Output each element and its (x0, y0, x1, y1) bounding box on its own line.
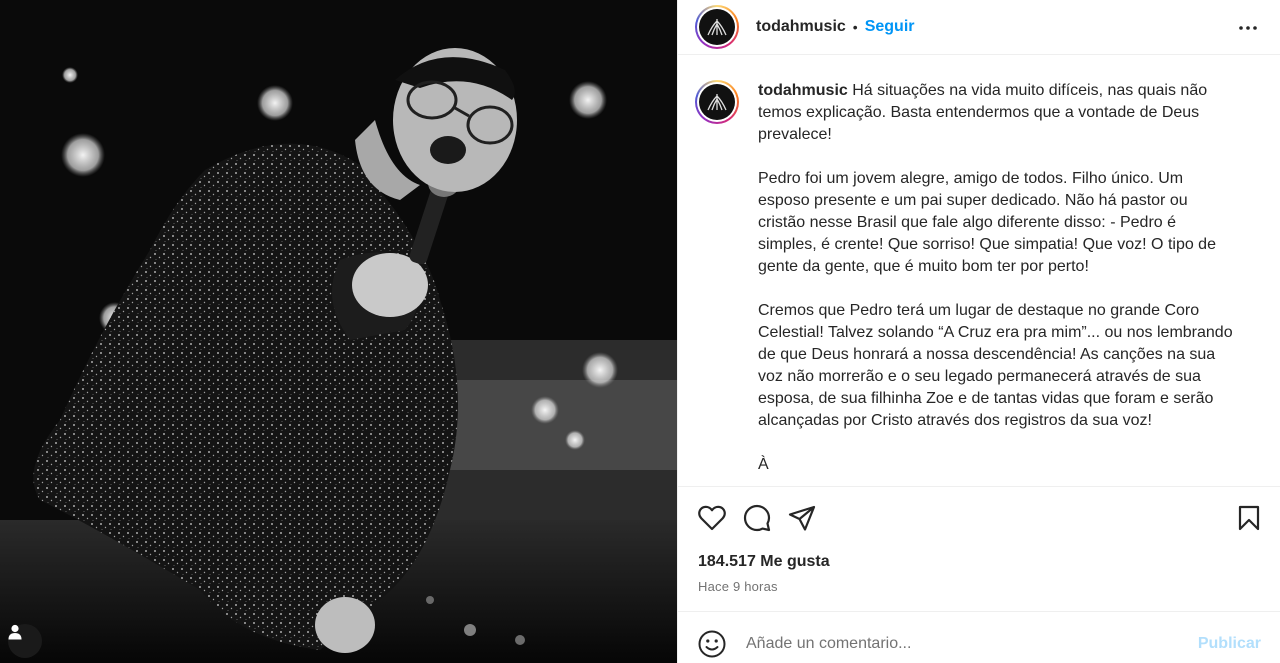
post-side-panel: todahmusic • Seguir todahmusic Há situaç… (677, 0, 1280, 663)
caption-username[interactable]: todahmusic (758, 82, 848, 99)
comment-input[interactable] (746, 635, 1166, 653)
divider (678, 611, 1280, 612)
caption-text: todahmusic Há situações na vida muito di… (758, 80, 1238, 486)
logo-icon (707, 19, 727, 36)
header-separator: • (852, 19, 858, 35)
comment-form: Publicar (698, 624, 1261, 663)
bookmark-icon[interactable] (1237, 505, 1261, 531)
caption-section: todahmusic Há situações na vida muito di… (678, 66, 1280, 486)
header-username[interactable]: todahmusic (756, 18, 846, 36)
caption-paragraph: Pedro foi um jovem alegre, amigo de todo… (758, 170, 1216, 275)
logo-icon (707, 94, 727, 111)
heart-icon[interactable] (698, 505, 726, 531)
caption-paragraph: Cremos que Pedro terá um lugar de destaq… (758, 302, 1233, 429)
caption-paragraph: todahmusic Há situações na vida muito di… (758, 82, 1208, 143)
share-icon[interactable] (788, 505, 816, 531)
caption-paragraph: À (758, 456, 769, 473)
post-timestamp[interactable]: Hace 9 horas (698, 579, 778, 594)
post-image (0, 0, 677, 663)
emoji-icon[interactable] (698, 630, 726, 658)
comment-icon[interactable] (743, 504, 771, 532)
caption-avatar[interactable] (695, 80, 739, 124)
publish-button[interactable]: Publicar (1198, 635, 1261, 653)
likes-count[interactable]: 184.517 Me gusta (698, 553, 830, 571)
user-tag-icon[interactable] (8, 624, 42, 658)
post-header: todahmusic • Seguir (678, 0, 1280, 55)
more-options-icon[interactable] (1238, 18, 1258, 43)
action-bar (698, 500, 1261, 536)
divider (678, 486, 1280, 487)
post-photo[interactable] (0, 0, 677, 663)
avatar[interactable] (695, 5, 739, 49)
follow-button[interactable]: Seguir (865, 18, 915, 36)
